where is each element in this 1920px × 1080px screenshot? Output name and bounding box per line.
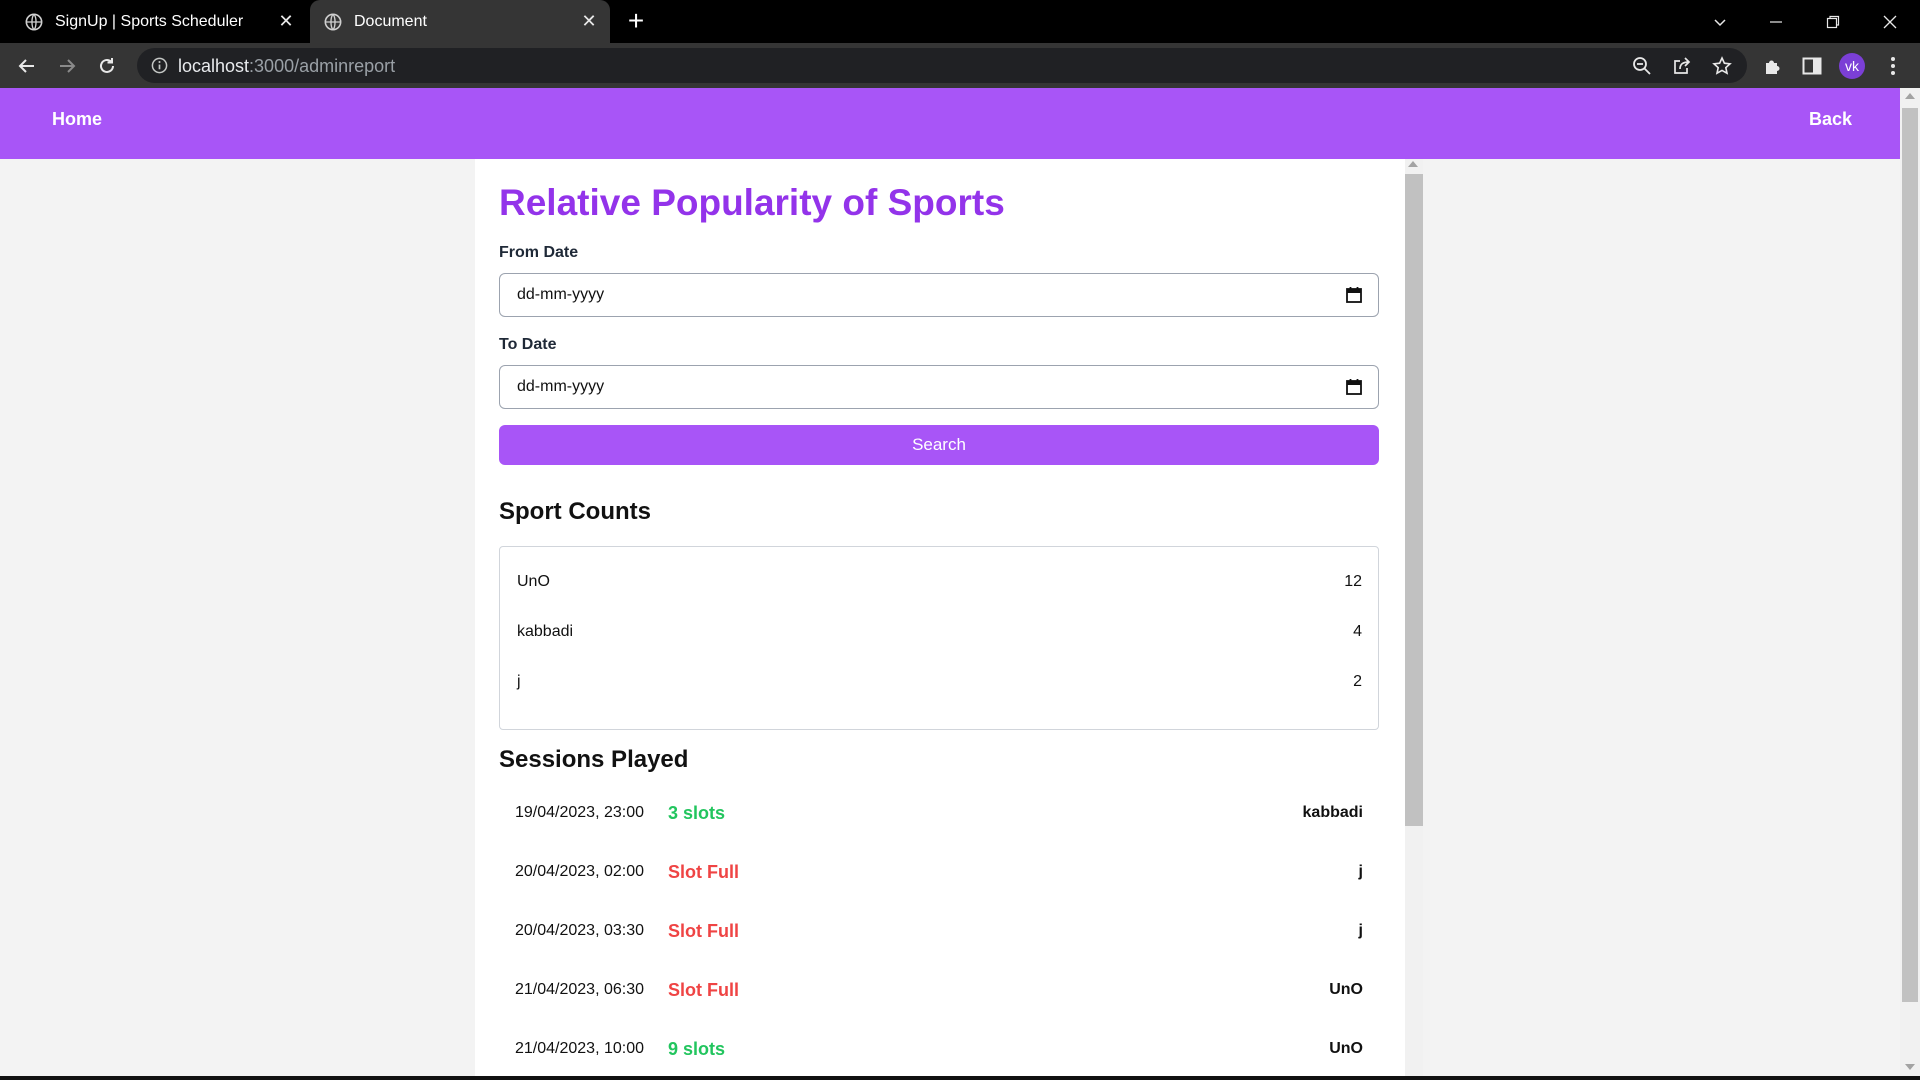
session-row: 21/04/2023, 06:30 Slot Full UnO [515,980,1363,1004]
session-row: 20/04/2023, 02:00 Slot Full j [515,862,1363,886]
page-scroll-up-arrow-icon[interactable] [1905,93,1915,99]
session-row: 21/04/2023, 10:00 9 slots UnO [515,1039,1363,1063]
back-link[interactable]: Back [1809,109,1852,130]
close-icon[interactable]: ✕ [578,11,600,33]
session-row: 19/04/2023, 23:00 3 slots kabbadi [515,803,1363,827]
close-icon[interactable]: ✕ [275,11,297,33]
sport-name: UnO [517,573,550,590]
sport-name: kabbadi [517,623,574,640]
session-row: 20/04/2023, 03:30 Slot Full j [515,921,1363,945]
calendar-icon[interactable] [1345,378,1363,396]
panel-scrollbar-thumb[interactable] [1405,174,1423,826]
panel-scroll-up-arrow-icon[interactable] [1408,161,1418,167]
back-arrow-icon[interactable] [13,52,41,80]
tab-strip: SignUp | Sports Scheduler ✕ Document ✕ + [0,0,1920,43]
sport-counts-list: UnO 12 kabbadi 4 j 2 [499,546,1379,730]
to-date-label: To Date [499,336,557,353]
tab-document[interactable]: Document ✕ [310,0,610,43]
restore-icon[interactable] [1805,0,1861,43]
session-slots-status: 3 slots [668,803,726,823]
session-datetime: 19/04/2023, 23:00 [515,804,645,821]
sport-count: 2 [1353,673,1362,690]
reload-icon[interactable] [93,52,121,80]
info-icon[interactable] [151,57,168,74]
tab-signup[interactable]: SignUp | Sports Scheduler ✕ [0,0,307,43]
from-date-input[interactable]: dd-mm-yyyy [499,273,1379,317]
session-slots-status: 9 slots [668,1039,726,1059]
search-button[interactable]: Search [499,425,1379,465]
session-sport: UnO [1329,1040,1363,1057]
sport-name: j [517,673,521,690]
sport-count: 4 [1353,623,1362,640]
tab-title: Document [354,12,427,30]
address-bar[interactable]: localhost:3000/adminreport [137,48,1747,83]
tab-search-chevron-icon[interactable] [1692,0,1748,43]
session-sport: kabbadi [1302,804,1363,821]
window-bottom-edge [0,1076,1920,1080]
session-slots-status: Slot Full [668,862,739,882]
home-link[interactable]: Home [52,109,102,130]
forward-arrow-icon[interactable] [53,52,81,80]
page-title: Relative Popularity of Sports [499,182,1005,223]
globe-icon [25,13,43,30]
session-datetime: 21/04/2023, 10:00 [515,1040,645,1057]
to-date-placeholder: dd-mm-yyyy [517,378,605,395]
zoom-icon[interactable] [1632,56,1652,76]
to-date-input[interactable]: dd-mm-yyyy [499,365,1379,409]
session-datetime: 21/04/2023, 06:30 [515,981,645,998]
session-sport: j [1358,863,1363,880]
more-menu-icon[interactable] [1887,55,1899,77]
sport-counts-title: Sport Counts [499,498,651,525]
globe-icon [324,13,342,30]
side-panel-icon[interactable] [1801,55,1823,77]
sessions-played-title: Sessions Played [499,746,689,773]
session-datetime: 20/04/2023, 02:00 [515,863,645,880]
page-scroll-down-arrow-icon[interactable] [1905,1064,1915,1070]
from-date-placeholder: dd-mm-yyyy [517,286,605,303]
new-tab-plus-icon[interactable]: + [622,7,650,36]
window-close-icon[interactable] [1862,0,1918,43]
profile-avatar[interactable]: vk [1839,53,1865,79]
session-datetime: 20/04/2023, 03:30 [515,922,645,939]
tab-title: SignUp | Sports Scheduler [55,12,244,30]
page-scrollbar-thumb[interactable] [1902,108,1918,1002]
session-sport: UnO [1329,981,1363,998]
sport-count: 12 [1344,573,1362,590]
from-date-label: From Date [499,244,579,261]
minimize-icon[interactable] [1748,0,1804,43]
session-slots-status: Slot Full [668,980,739,1000]
list-item: j 2 [517,673,1362,697]
share-icon[interactable] [1672,56,1692,76]
list-item: UnO 12 [517,573,1362,597]
top-navbar: Home Back [0,88,1900,159]
session-slots-status: Slot Full [668,921,739,941]
url-text: localhost:3000/adminreport [178,56,396,76]
list-item: kabbadi 4 [517,623,1362,647]
bookmark-star-icon[interactable] [1712,56,1732,76]
browser-toolbar: localhost:3000/adminreport [0,43,1920,88]
calendar-icon[interactable] [1345,286,1363,304]
session-sport: j [1358,922,1363,939]
extensions-puzzle-icon[interactable] [1762,55,1784,77]
